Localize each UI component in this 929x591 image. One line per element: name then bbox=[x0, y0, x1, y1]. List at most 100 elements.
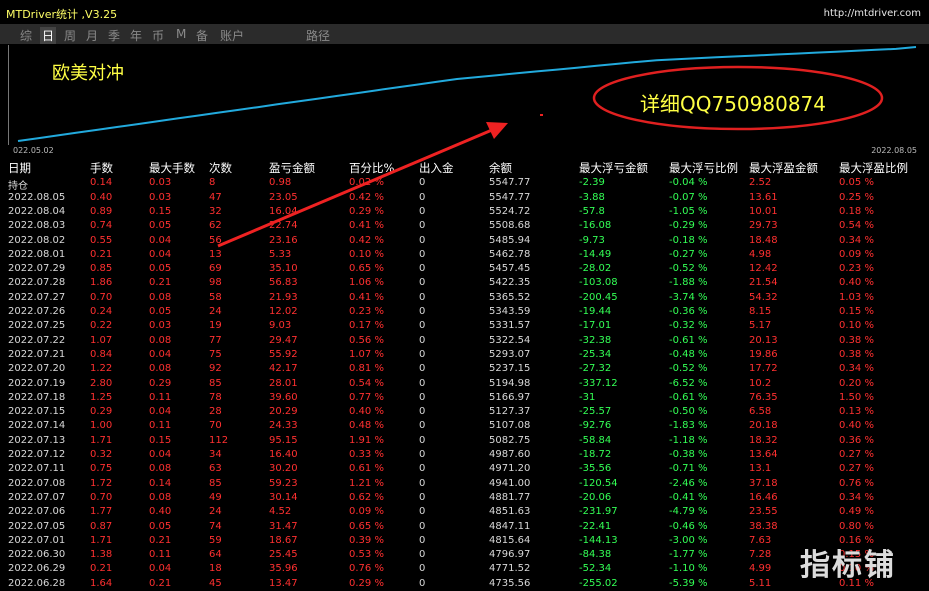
table-row[interactable]: 2022.07.27 0.70 0.08 58 21.93 0.41 % 0 5365.52 -… bbox=[0, 291, 929, 305]
chart-y-axis bbox=[8, 45, 9, 145]
table-cell: 0.29 bbox=[149, 377, 172, 389]
table-cell: 5194.98 bbox=[489, 377, 531, 389]
column-header[interactable]: 最大手数 bbox=[149, 160, 195, 176]
table-row[interactable]: 持仓 0.14 0.03 8 0.98 0.02 % 0 5547.77 -2.39 -0.04 … bbox=[0, 176, 929, 192]
tab-9[interactable]: 账户 bbox=[220, 27, 244, 44]
table-cell: 56.83 bbox=[269, 277, 298, 289]
table-cell: 0.54 % bbox=[839, 220, 874, 232]
table-cell: 0.13 % bbox=[839, 406, 874, 418]
table-cell: -0.52 % bbox=[669, 263, 708, 275]
table-row[interactable]: 2022.07.26 0.24 0.05 24 12.02 0.23 % 0 5343.59 -… bbox=[0, 305, 929, 319]
table-row[interactable]: 2022.07.11 0.75 0.08 63 30.20 0.61 % 0 4971.20 -… bbox=[0, 462, 929, 476]
column-header[interactable]: 最大浮亏比例 bbox=[669, 160, 738, 176]
table-cell: 62 bbox=[209, 220, 222, 232]
table-row[interactable]: 2022.07.19 2.80 0.29 85 28.01 0.54 % 0 5194.98 -… bbox=[0, 377, 929, 391]
table-cell: 0.25 % bbox=[839, 191, 874, 203]
table-cell: 10.01 bbox=[749, 205, 778, 217]
tab-3[interactable]: 月 bbox=[86, 27, 98, 44]
table-cell: 0.40 % bbox=[839, 277, 874, 289]
column-header[interactable]: 次数 bbox=[209, 160, 232, 176]
table-row[interactable]: 2022.07.07 0.70 0.08 49 30.14 0.62 % 0 4881.77 -… bbox=[0, 491, 929, 505]
table-cell: -0.36 % bbox=[669, 306, 708, 317]
table-cell: 1.50 % bbox=[839, 391, 874, 403]
table-cell: 0.84 bbox=[90, 348, 113, 360]
title-bar: MTDriver统计 ,V3.25 http://mtdriver.com bbox=[0, 0, 929, 24]
tab-2[interactable]: 周 bbox=[64, 27, 76, 44]
table-row[interactable]: 2022.07.01 1.71 0.21 59 18.67 0.39 % 0 4815.64 -… bbox=[0, 534, 929, 548]
table-cell: 4987.60 bbox=[489, 449, 531, 460]
table-row[interactable]: 2022.08.04 0.89 0.15 32 16.04 0.29 % 0 5524.72 -… bbox=[0, 205, 929, 219]
table-cell: 2022.06.29 bbox=[8, 563, 66, 575]
table-cell: 12.02 bbox=[269, 306, 298, 317]
table-cell: 5082.75 bbox=[489, 434, 531, 446]
table-cell: 5331.57 bbox=[489, 320, 531, 332]
table-row[interactable]: 2022.07.21 0.84 0.04 75 55.92 1.07 % 0 5293.07 -… bbox=[0, 348, 929, 362]
table-row[interactable]: 2022.07.20 1.22 0.08 92 42.17 0.81 % 0 5237.15 -… bbox=[0, 362, 929, 376]
table-row[interactable]: 2022.07.29 0.85 0.05 69 35.10 0.65 % 0 5457.45 -… bbox=[0, 262, 929, 276]
table-cell: 2022.07.22 bbox=[8, 334, 66, 346]
table-row[interactable]: 2022.06.28 1.64 0.21 45 13.47 0.29 % 0 4735.56 -… bbox=[0, 577, 929, 591]
table-cell: 0 bbox=[419, 477, 426, 489]
table-row[interactable]: 2022.07.28 1.86 0.21 98 56.83 1.06 % 0 5422.35 -… bbox=[0, 276, 929, 290]
table-row[interactable]: 2022.07.13 1.71 0.15 112 95.15 1.91 % 0 5082.75… bbox=[0, 434, 929, 448]
tab-8[interactable]: 备 bbox=[196, 27, 208, 44]
table-cell: 2022.07.25 bbox=[8, 320, 66, 332]
table-cell: 0 bbox=[419, 205, 426, 217]
table-cell: 2022.07.15 bbox=[8, 406, 66, 418]
table-cell: 55.92 bbox=[269, 348, 298, 360]
site-url[interactable]: http://mtdriver.com bbox=[824, 8, 921, 19]
column-header[interactable]: 最大浮亏金额 bbox=[579, 160, 648, 176]
table-cell: 2022.07.06 bbox=[8, 506, 66, 518]
table-cell: -0.04 % bbox=[669, 177, 708, 189]
table-cell: 5.17 bbox=[749, 320, 772, 332]
tab-0[interactable]: 综 bbox=[20, 27, 32, 44]
table-row[interactable]: 2022.07.12 0.32 0.04 34 16.40 0.33 % 0 4987.60 -… bbox=[0, 448, 929, 462]
tab-1[interactable]: 日 bbox=[40, 27, 57, 44]
table-cell: -9.73 bbox=[579, 234, 605, 246]
column-header[interactable]: 余额 bbox=[489, 160, 512, 176]
table-cell: 0.65 % bbox=[349, 263, 384, 275]
table-row[interactable]: 2022.06.29 0.21 0.04 18 35.96 0.76 % 0 4771.52 -… bbox=[0, 562, 929, 576]
table-row[interactable]: 2022.07.22 1.07 0.08 77 29.47 0.56 % 0 5322.54 -… bbox=[0, 334, 929, 348]
column-header[interactable]: 手数 bbox=[90, 160, 113, 176]
table-cell: 0 bbox=[419, 248, 426, 260]
table-row[interactable]: 2022.07.15 0.29 0.04 28 20.29 0.40 % 0 5127.37 -… bbox=[0, 405, 929, 419]
table-cell: 4941.00 bbox=[489, 477, 531, 489]
table-cell: -0.38 % bbox=[669, 449, 708, 460]
table-cell: 5462.78 bbox=[489, 248, 531, 260]
tab-10[interactable]: 路径 bbox=[306, 27, 330, 44]
table-row[interactable]: 2022.08.02 0.55 0.04 56 23.16 0.42 % 0 5485.94 -… bbox=[0, 234, 929, 248]
column-header[interactable]: 日期 bbox=[8, 160, 31, 176]
table-cell: 0.15 bbox=[149, 205, 172, 217]
table-cell: 0 bbox=[419, 506, 426, 518]
table-cell: 30.20 bbox=[269, 463, 298, 475]
table-row[interactable]: 2022.08.05 0.40 0.03 47 23.05 0.42 % 0 5547.77 -… bbox=[0, 191, 929, 205]
table-row[interactable]: 2022.08.03 0.74 0.05 62 22.74 0.41 % 0 5508.68 -… bbox=[0, 219, 929, 233]
column-header[interactable]: 最大浮盈比例 bbox=[839, 160, 908, 176]
table-row[interactable]: 2022.07.25 0.22 0.03 19 9.03 0.17 % 0 5331.57 -1… bbox=[0, 319, 929, 333]
column-header[interactable]: 出入金 bbox=[419, 160, 454, 176]
table-cell: 5547.77 bbox=[489, 191, 531, 203]
table-cell: 0.04 bbox=[149, 563, 172, 575]
tab-4[interactable]: 季 bbox=[108, 27, 120, 44]
table-cell: 1.07 % bbox=[349, 348, 384, 360]
table-row[interactable]: 2022.07.18 1.25 0.11 78 39.60 0.77 % 0 5166.97 -… bbox=[0, 391, 929, 405]
table-cell: 2022.07.19 bbox=[8, 377, 66, 389]
tab-5[interactable]: 年 bbox=[130, 27, 142, 44]
table-row[interactable]: 2022.06.30 1.38 0.11 64 25.45 0.53 % 0 4796.97 -… bbox=[0, 548, 929, 562]
table-cell: 42.17 bbox=[269, 363, 298, 375]
table-row[interactable]: 2022.07.14 1.00 0.11 70 24.33 0.48 % 0 5107.08 -… bbox=[0, 419, 929, 433]
table-row[interactable]: 2022.07.06 1.77 0.40 24 4.52 0.09 % 0 4851.63 -2… bbox=[0, 505, 929, 519]
table-row[interactable]: 2022.07.08 1.72 0.14 85 59.23 1.21 % 0 4941.00 -… bbox=[0, 477, 929, 491]
column-header[interactable]: 最大浮盈金额 bbox=[749, 160, 818, 176]
table-cell: -2.39 bbox=[579, 177, 605, 189]
column-header[interactable]: 盈亏金额 bbox=[269, 160, 315, 176]
table-cell: 1.21 % bbox=[349, 477, 384, 489]
column-header[interactable]: 百分比% bbox=[349, 160, 394, 176]
tab-7[interactable]: M bbox=[176, 27, 186, 41]
table-cell: 5127.37 bbox=[489, 406, 531, 418]
table-cell: 0.75 bbox=[90, 463, 113, 475]
tab-6[interactable]: 币 bbox=[152, 27, 164, 44]
table-row[interactable]: 2022.07.05 0.87 0.05 74 31.47 0.65 % 0 4847.11 -… bbox=[0, 520, 929, 534]
table-row[interactable]: 2022.08.01 0.21 0.04 13 5.33 0.10 % 0 5462.78 -1… bbox=[0, 248, 929, 262]
